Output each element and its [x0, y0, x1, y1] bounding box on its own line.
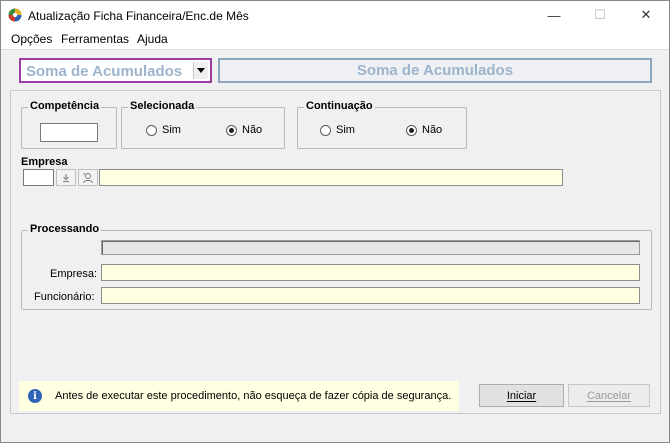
- processando-funcionario-label: Funcionário:: [34, 291, 95, 303]
- continuacao-nao-radio[interactable]: [406, 124, 417, 136]
- chevron-down-icon: [197, 68, 205, 73]
- selecionada-sim-radio[interactable]: [146, 124, 157, 136]
- close-icon: ✕: [640, 7, 652, 22]
- window-title: Atualização Ficha Financeira/Enc.de Mês: [28, 9, 249, 23]
- continuacao-label: Continuação: [304, 100, 375, 112]
- dropdown-arrow-button[interactable]: [193, 62, 208, 79]
- minimize-icon: —: [547, 7, 561, 23]
- competencia-input[interactable]: [40, 123, 98, 142]
- empresa-code-input[interactable]: [23, 169, 54, 186]
- empresa-search-button[interactable]: [78, 169, 98, 186]
- selecionada-nao-option[interactable]: Não: [226, 124, 262, 136]
- continuacao-nao-option[interactable]: Não: [406, 124, 442, 136]
- maximize-icon: ☐: [594, 7, 606, 22]
- app-window: Atualização Ficha Financeira/Enc.de Mês …: [0, 0, 670, 443]
- iniciar-button-label: Iniciar: [506, 389, 537, 402]
- procedure-banner-text: Soma de Acumulados: [356, 62, 514, 79]
- menu-ajuda[interactable]: Ajuda: [137, 32, 168, 46]
- processando-empresa-label: Empresa:: [50, 268, 98, 280]
- cancelar-button-label: Cancelar: [586, 389, 632, 402]
- selecionada-label: Selecionada: [128, 100, 197, 112]
- processando-label: Processando: [28, 223, 102, 235]
- download-arrow-icon: [63, 173, 69, 182]
- continuacao-sim-radio[interactable]: [320, 124, 331, 136]
- menu-ferramentas[interactable]: Ferramentas: [61, 32, 129, 46]
- continuacao-sim-option[interactable]: Sim: [320, 124, 355, 136]
- app-logo-icon: [8, 8, 22, 22]
- empresa-label: Empresa: [21, 156, 68, 168]
- menu-opcoes[interactable]: Opções: [11, 32, 52, 46]
- empresa-name-field[interactable]: [99, 169, 563, 186]
- menu-divider: [1, 49, 669, 50]
- selecionada-group: Selecionada Sim Não: [121, 100, 285, 149]
- processando-empresa-field: [101, 264, 640, 281]
- iniciar-button[interactable]: Iniciar: [479, 384, 564, 407]
- procedure-select-value: Soma de Acumulados: [26, 63, 183, 80]
- selecionada-sim-label: Sim: [162, 124, 181, 136]
- person-search-icon: [83, 172, 93, 183]
- minimize-button[interactable]: —: [531, 1, 577, 29]
- main-panel: Competência Selecionada Sim Não Continua…: [10, 90, 661, 414]
- backup-warning: i Antes de executar este procedimento, n…: [19, 381, 459, 411]
- continuacao-nao-label: Não: [422, 124, 443, 136]
- competencia-group: Competência: [21, 100, 117, 149]
- close-button[interactable]: ✕: [623, 1, 669, 29]
- continuacao-sim-label: Sim: [336, 124, 355, 136]
- backup-warning-text: Antes de executar este procedimento, não…: [55, 390, 452, 402]
- selecionada-nao-radio[interactable]: [226, 124, 237, 136]
- empresa-download-button[interactable]: [56, 169, 76, 186]
- processando-group: Processando Empresa: Funcionário:: [21, 223, 652, 310]
- maximize-button[interactable]: ☐: [577, 1, 623, 29]
- title-bar: Atualização Ficha Financeira/Enc.de Mês …: [1, 1, 669, 29]
- procedure-banner: Soma de Acumulados: [218, 58, 652, 83]
- selecionada-sim-option[interactable]: Sim: [146, 124, 181, 136]
- processing-progress-bar: [101, 240, 640, 255]
- menu-bar: Opções Ferramentas Ajuda: [1, 29, 669, 49]
- competencia-label: Competência: [28, 100, 102, 112]
- cancelar-button[interactable]: Cancelar: [568, 384, 650, 407]
- procedure-select[interactable]: Soma de Acumulados: [19, 58, 212, 83]
- processando-funcionario-field: [101, 287, 640, 304]
- continuacao-group: Continuação Sim Não: [297, 100, 467, 149]
- info-icon: i: [28, 389, 42, 403]
- selecionada-nao-label: Não: [242, 124, 263, 136]
